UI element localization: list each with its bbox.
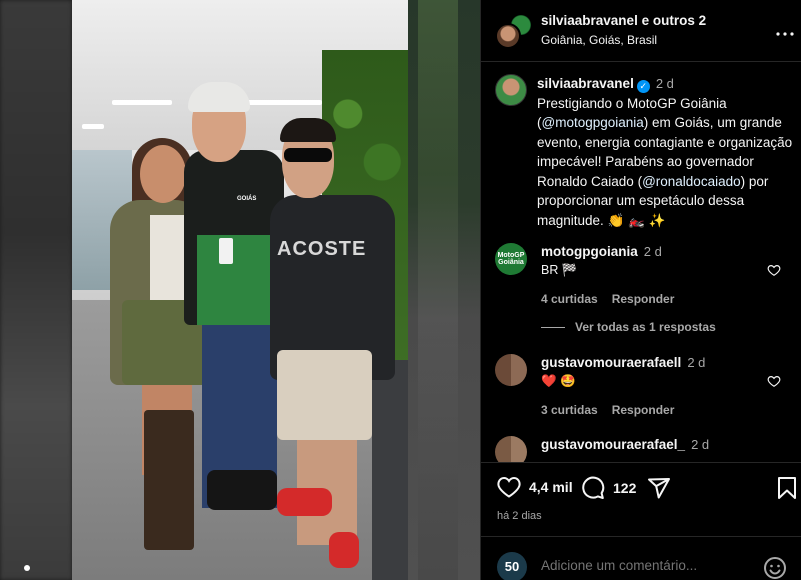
like-button[interactable]: 4,4 mil [497, 476, 573, 498]
heart-icon[interactable] [497, 476, 521, 498]
caption-text: silviaabravanel ✓ 2 d Prestigiando o MotoG… [537, 74, 799, 230]
avatar[interactable] [495, 354, 527, 386]
woman-head [140, 145, 186, 203]
share-icon[interactable] [647, 476, 671, 500]
media-blur-right [408, 0, 480, 580]
man2-shoes [277, 488, 397, 568]
avatar[interactable]: 50 [497, 552, 527, 580]
ceiling-light [242, 100, 322, 105]
collab-avatars[interactable] [495, 13, 535, 49]
post-header: silviaabravanel e outros 2 Goiânia, Goiá… [481, 0, 801, 62]
man2-shorts [277, 350, 372, 440]
comment-username[interactable]: gustavomouraerafael_ [541, 437, 685, 452]
post-date[interactable]: há 2 dias [497, 510, 542, 522]
comment-username[interactable]: motogpgoiania [541, 244, 638, 259]
comment-likes[interactable]: 4 curtidas [541, 292, 598, 306]
caption-username[interactable]: silviaabravanel [537, 76, 634, 91]
comment-time[interactable]: 2 d [687, 355, 705, 370]
like-count[interactable]: 4,4 mil [529, 479, 573, 495]
more-icon[interactable] [776, 20, 794, 41]
comment-text: ❤️ 🤩 [541, 374, 576, 388]
shirt-logo: GOIÁS [237, 196, 257, 202]
post-actions: 4,4 mil 122 [495, 476, 796, 502]
man2-hair [280, 118, 336, 142]
add-comment-bar: 50 [495, 550, 795, 580]
reply-button[interactable]: Responder [612, 292, 675, 306]
avatar[interactable] [495, 436, 527, 462]
ceiling-light [112, 100, 172, 105]
shirt-text: ACOSTE [277, 238, 367, 260]
ceiling-light [82, 124, 104, 129]
header-usernames[interactable]: silviaabravanel e outros 2 [541, 13, 706, 28]
comment-body: gustavomouraerafaell 2 d ❤️ 🤩 3 curtidas R… [541, 354, 771, 417]
media-blur-left [0, 0, 72, 580]
divider [481, 462, 801, 463]
woman-boots [144, 410, 194, 550]
sunglasses [284, 148, 332, 162]
post-panel: silviaabravanel e outros 2 Goiânia, Goiá… [480, 0, 801, 580]
comment-time[interactable]: 2 d [644, 244, 662, 259]
comment-likes[interactable]: 3 curtidas [541, 403, 598, 417]
comment-body: gustavomouraerafael_ 2 d [541, 436, 771, 454]
carousel-dot [24, 565, 30, 571]
avatar-label: MotoGP Goiânia [497, 252, 525, 266]
lanyard-badge [219, 238, 233, 264]
heart-icon[interactable] [767, 263, 781, 277]
verified-icon: ✓ [636, 80, 650, 93]
location[interactable]: Goiânia, Goiás, Brasil [541, 33, 657, 47]
post-photo[interactable]: GOIÁS ACOSTE [72, 0, 408, 580]
comment-username[interactable]: gustavomouraerafaell [541, 355, 681, 370]
reply-button[interactable]: Responder [612, 403, 675, 417]
comment-count[interactable]: 122 [613, 480, 636, 496]
avatar[interactable]: MotoGP Goiânia [495, 243, 527, 275]
share-button[interactable] [647, 476, 679, 500]
post-media[interactable]: GOIÁS ACOSTE [0, 0, 480, 580]
comment-body: motogpgoiania 2 d BR 🏁 4 curtidas Responde… [541, 243, 771, 306]
man1-shirt-green [197, 235, 277, 325]
header-username[interactable]: silviaabravanel [541, 13, 638, 28]
view-replies-button[interactable]: Ver todas as 1 respostas [541, 320, 716, 334]
avatar[interactable] [495, 74, 527, 106]
comment-time[interactable]: 2 d [691, 437, 709, 452]
bookmark-icon[interactable] [777, 476, 797, 500]
comment-button[interactable]: 122 [581, 476, 636, 500]
mention-link[interactable]: @motogpgoiania [542, 115, 644, 130]
comment-text: BR 🏁 [541, 263, 578, 277]
comment-icon[interactable] [581, 476, 605, 500]
avatar [495, 23, 521, 49]
mention-link[interactable]: @ronaldocaiado [642, 174, 741, 189]
comment: gustavomouraerafael_ 2 d [495, 436, 795, 462]
heart-icon[interactable] [767, 374, 781, 388]
comment-input[interactable] [541, 558, 741, 573]
header-others[interactable]: e outros 2 [642, 13, 707, 28]
divider [481, 536, 801, 537]
man1-shoes [207, 470, 277, 510]
caption-time[interactable]: 2 d [656, 76, 674, 91]
emoji-icon[interactable] [763, 556, 787, 580]
save-button[interactable] [777, 476, 801, 500]
